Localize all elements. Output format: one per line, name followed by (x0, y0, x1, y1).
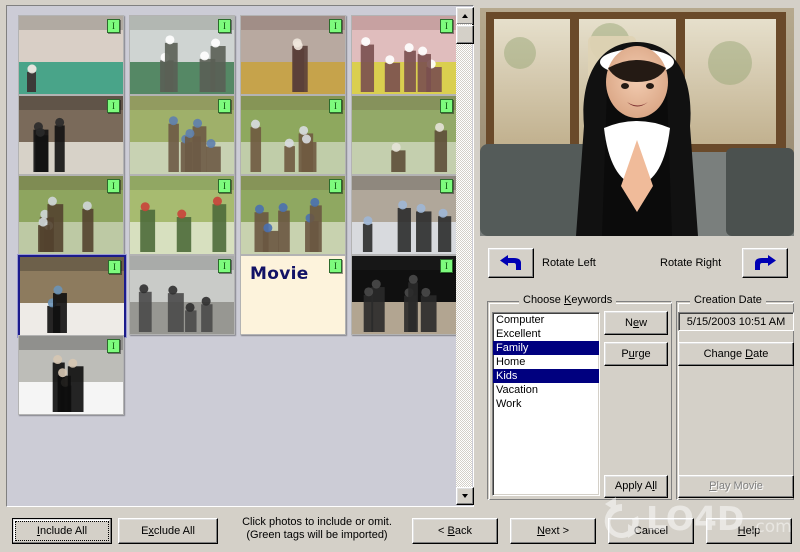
keyword-item[interactable]: Family (493, 341, 599, 355)
scroll-down-icon[interactable] (456, 487, 474, 505)
include-tag-icon[interactable]: I (107, 179, 120, 193)
include-tag-icon[interactable]: I (107, 99, 120, 113)
include-tag-icon[interactable]: I (329, 259, 342, 273)
rotate-left-label: Rotate Left (542, 257, 596, 269)
arrow-right-icon (755, 255, 776, 270)
keyword-item[interactable]: Computer (493, 313, 599, 327)
next-button[interactable]: Next > (510, 518, 596, 544)
thumbnail-photo[interactable]: I (18, 335, 124, 415)
include-tag-icon[interactable]: I (107, 19, 120, 33)
thumbnail-photo[interactable]: I (129, 95, 235, 175)
thumbnail-movie[interactable]: Movie I (240, 255, 346, 335)
thumbnail-photo[interactable]: I (351, 15, 457, 95)
new-keyword-button[interactable]: New (604, 311, 668, 335)
arrow-left-icon (500, 255, 521, 270)
scrollbar-thumb[interactable] (456, 25, 474, 44)
include-tag-icon[interactable]: I (107, 339, 120, 353)
include-tag-icon[interactable]: I (218, 99, 231, 113)
photo-preview (480, 8, 794, 236)
keyword-item[interactable]: Vacation (493, 383, 599, 397)
scroll-up-icon[interactable] (456, 7, 474, 25)
thumbnail-panel: I I I I I I I I I I I I I I Movie I I I (6, 5, 474, 507)
thumbnail-photo[interactable]: I (351, 175, 457, 255)
choose-keywords-label: Choose Keywords (519, 294, 617, 306)
keyword-list[interactable]: Computer Excellent Family Home Kids Vacation W… (492, 312, 600, 496)
thumbnail-photo[interactable]: I (351, 95, 457, 175)
apply-all-button[interactable]: Apply All (604, 475, 668, 498)
thumbnail-photo[interactable]: I (18, 175, 124, 255)
instruction-line-1: Click photos to include or omit. (242, 516, 392, 528)
back-button[interactable]: < Back (412, 518, 498, 544)
include-tag-icon[interactable]: I (440, 19, 453, 33)
include-tag-icon[interactable]: I (440, 179, 453, 193)
rotate-right-button[interactable] (742, 248, 788, 278)
thumbnail-photo[interactable]: I (18, 95, 124, 175)
thumbnail-scrollbar[interactable] (456, 7, 474, 505)
include-tag-icon[interactable]: I (440, 99, 453, 113)
keyword-item[interactable]: Work (493, 397, 599, 411)
creation-date-value: 5/15/2003 10:51 AM (678, 312, 794, 331)
include-tag-icon[interactable]: I (218, 179, 231, 193)
rotate-right-label: Rotate Right (660, 257, 722, 269)
movie-label: Movie (250, 264, 309, 284)
rotate-left-button[interactable] (488, 248, 534, 278)
help-button[interactable]: Help (706, 518, 792, 544)
instruction-text: Click photos to include or omit. (Green … (222, 516, 412, 542)
keyword-item[interactable]: Kids (493, 369, 599, 383)
import-wizard-window: I I I I I I I I I I I I I I Movie I I I (0, 0, 800, 549)
thumbnail-grid[interactable]: I I I I I I I I I I I I I I Movie I I I (8, 7, 458, 505)
change-date-button[interactable]: Change Date (678, 342, 794, 366)
thumbnail-photo[interactable]: I (240, 95, 346, 175)
thumbnail-photo[interactable]: I (129, 15, 235, 95)
keyword-item[interactable]: Home (493, 355, 599, 369)
scrollbar-track[interactable] (456, 24, 472, 488)
preview-image (480, 8, 794, 236)
focus-ring (15, 521, 109, 541)
play-movie-button[interactable]: Play Movie (678, 475, 794, 498)
exclude-all-button[interactable]: Exclude All (118, 518, 218, 544)
include-all-button[interactable]: Include All (12, 518, 112, 544)
thumbnail-photo[interactable]: I (240, 175, 346, 255)
thumbnail-photo[interactable]: I (129, 255, 235, 335)
include-tag-icon[interactable]: I (108, 260, 121, 274)
thumbnail-photo[interactable]: I (351, 255, 457, 335)
include-tag-icon[interactable]: I (218, 19, 231, 33)
thumbnail-photo[interactable]: I (18, 255, 126, 337)
include-tag-icon[interactable]: I (218, 259, 231, 273)
keyword-item[interactable]: Excellent (493, 327, 599, 341)
include-tag-icon[interactable]: I (329, 179, 342, 193)
thumbnail-panel-frame: I I I I I I I I I I I I I I Movie I I I (6, 5, 474, 507)
creation-date-label: Creation Date (690, 294, 766, 306)
instruction-line-2: (Green tags will be imported) (246, 529, 388, 541)
include-tag-icon[interactable]: I (329, 99, 342, 113)
cancel-button[interactable]: Cancel (608, 518, 694, 544)
thumbnail-photo[interactable]: I (240, 15, 346, 95)
thumbnail-photo[interactable]: I (129, 175, 235, 255)
purge-keywords-button[interactable]: Purge (604, 342, 668, 366)
include-tag-icon[interactable]: I (440, 259, 453, 273)
include-tag-icon[interactable]: I (329, 19, 342, 33)
thumbnail-photo[interactable]: I (18, 15, 124, 95)
